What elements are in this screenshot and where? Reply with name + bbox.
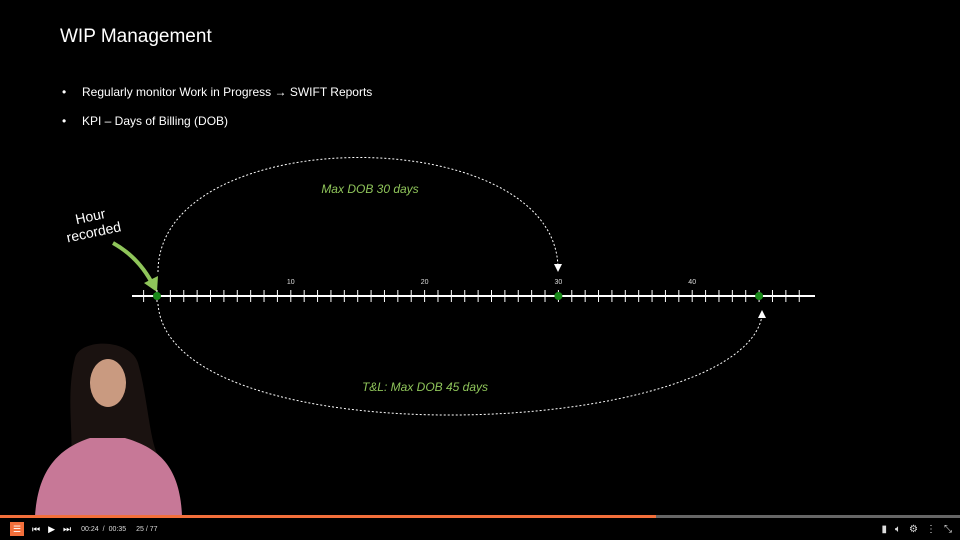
slide-count: 25 / 77 bbox=[136, 525, 158, 533]
player-controls: ☰ ⏮ ▶ ⏭ 00:24 / 00:35 25 / 77 ▮ 🔈︎ ⚙ ⋮ ⤡ bbox=[0, 518, 960, 540]
tick-label: 20 bbox=[421, 279, 429, 286]
time-separator: / bbox=[102, 525, 105, 533]
tick-label: 10 bbox=[287, 279, 295, 286]
current-time: 00:24 bbox=[81, 525, 99, 533]
top-arc-label: Max DOB 30 days bbox=[321, 182, 418, 196]
volume-icon[interactable]: 🔈︎ bbox=[895, 524, 901, 535]
more-icon[interactable]: ⋮ bbox=[926, 524, 936, 535]
day-marker bbox=[755, 292, 764, 300]
menu-icon[interactable]: ☰ bbox=[10, 522, 24, 536]
total-time: 00:35 bbox=[108, 525, 127, 533]
fullscreen-exit-icon[interactable]: ⤡ bbox=[944, 524, 952, 535]
top-arc bbox=[157, 157, 559, 273]
arrow-head bbox=[758, 310, 766, 318]
day-marker bbox=[153, 292, 161, 300]
settings-icon[interactable]: ⚙ bbox=[909, 524, 918, 535]
notes-icon[interactable]: ▮ bbox=[882, 524, 888, 535]
tick-label: 30 bbox=[555, 279, 563, 286]
arrow-head bbox=[554, 264, 562, 272]
tick-label: 40 bbox=[688, 279, 696, 286]
bottom-arc bbox=[157, 303, 763, 416]
skip-back-icon[interactable]: ⏮ bbox=[32, 524, 40, 535]
skip-forward-icon[interactable]: ⏭ bbox=[63, 524, 71, 535]
presenter-video bbox=[35, 343, 182, 516]
play-icon[interactable]: ▶ bbox=[48, 524, 55, 535]
day-marker bbox=[554, 292, 563, 300]
hour-arrow bbox=[112, 241, 156, 288]
bottom-arc-label: T&L: Max DOB 45 days bbox=[362, 380, 488, 394]
